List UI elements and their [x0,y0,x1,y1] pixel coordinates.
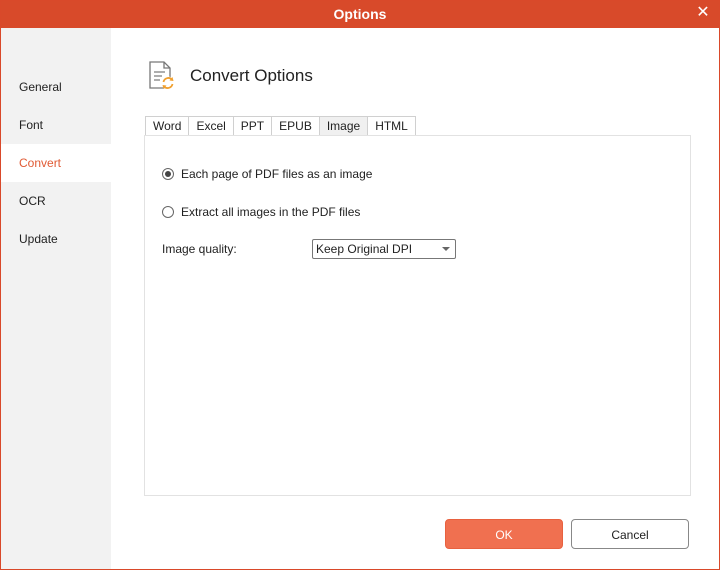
radio-each-page[interactable]: Each page of PDF files as an image [162,166,372,182]
sidebar-item-font[interactable]: Font [1,106,111,144]
sidebar: General Font Convert OCR Update [1,28,111,569]
sidebar-item-convert[interactable]: Convert [1,144,111,182]
content-area: Convert Options Word Excel PPT EPUB Imag… [112,28,719,569]
image-quality-value: Keep Original DPI [316,242,413,256]
tab-excel[interactable]: Excel [188,116,233,136]
radio-extract-images-label: Extract all images in the PDF files [181,205,361,219]
tab-html[interactable]: HTML [367,116,416,136]
radio-each-page-label: Each page of PDF files as an image [181,167,373,181]
page-title: Convert Options [190,66,313,85]
sidebar-item-general[interactable]: General [1,68,111,106]
tab-word[interactable]: Word [145,116,189,136]
tab-epub[interactable]: EPUB [271,116,319,136]
format-tabs: Word Excel PPT EPUB Image HTML [145,116,416,136]
window-title: Options [333,6,387,22]
sidebar-item-update[interactable]: Update [1,220,111,258]
cancel-button[interactable]: Cancel [571,519,689,549]
radio-extract-images-button[interactable] [162,206,174,218]
image-options-panel: Each page of PDF files as an image Extra… [144,135,691,496]
ok-button[interactable]: OK [445,519,563,549]
chevron-down-icon [442,247,450,251]
tab-image[interactable]: Image [318,116,368,136]
image-quality-label: Image quality: [162,242,237,256]
sidebar-item-ocr[interactable]: OCR [1,182,111,220]
convert-document-icon [149,61,175,90]
options-window: Options ✕ General Font Convert OCR Updat… [0,0,720,570]
radio-extract-images[interactable]: Extract all images in the PDF files [162,204,360,220]
radio-each-page-button[interactable] [162,168,174,180]
title-bar: Options ✕ [1,1,719,28]
close-icon[interactable]: ✕ [693,3,713,23]
tab-ppt[interactable]: PPT [232,116,272,136]
image-quality-select[interactable]: Keep Original DPI [312,239,456,259]
